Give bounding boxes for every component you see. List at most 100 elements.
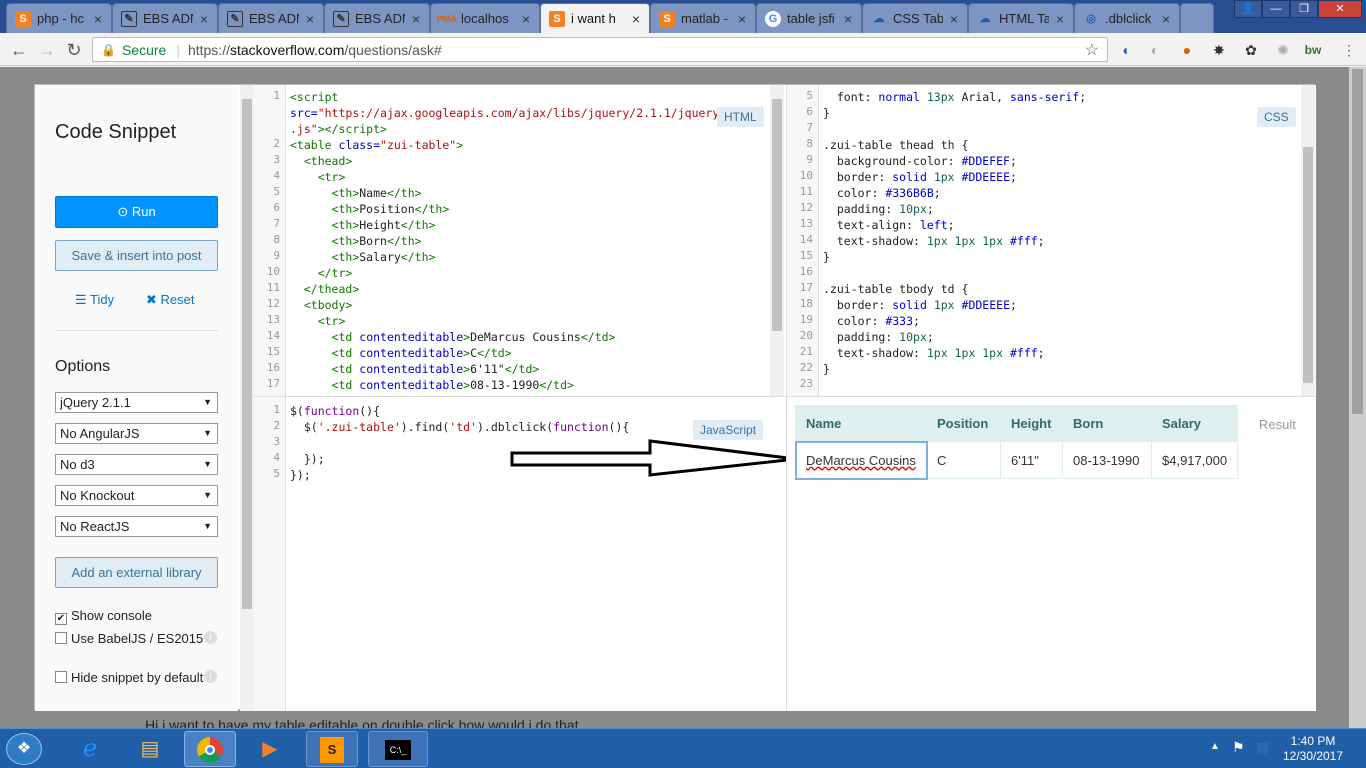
info-icon[interactable]: i (204, 631, 217, 644)
reset-icon: ✖ (146, 292, 161, 307)
close-icon[interactable]: × (91, 11, 105, 27)
browser-tab[interactable]: ✎EBS ADN× (324, 3, 430, 33)
close-icon[interactable]: × (841, 11, 855, 27)
run-button[interactable]: ⊙ Run (55, 196, 218, 228)
minimize-button[interactable]: — (1262, 0, 1290, 18)
bookmark-star-icon[interactable]: ☆ (1085, 40, 1099, 60)
explorer-icon[interactable]: ▤ (128, 733, 172, 765)
maximize-button[interactable]: ❐ (1290, 0, 1318, 18)
back-icon[interactable]: ← (8, 39, 30, 61)
close-icon[interactable]: × (735, 11, 749, 27)
reset-button[interactable]: ✖ Reset (146, 292, 194, 308)
css-scrollbar[interactable] (1301, 85, 1315, 396)
snippet-title: Code Snippet (55, 121, 177, 143)
close-window-button[interactable]: ✕ (1318, 0, 1362, 18)
stackoverflow-icon: S (15, 10, 31, 27)
divider (55, 330, 218, 331)
table-cell[interactable]: DeMarcus Cousins (794, 440, 928, 480)
browser-tab[interactable]: ✎EBS ADN× (218, 3, 324, 33)
js-editor[interactable]: 12345 $(function(){ $('.zui-table').find… (254, 397, 786, 711)
address-bar[interactable]: 🔒 Secure | https://stackoverflow.com/que… (92, 37, 1108, 62)
terminal-icon: C:\_ (385, 740, 411, 760)
tidy-button[interactable]: ☰ Tidy (75, 292, 114, 308)
start-button[interactable]: ❖ (6, 733, 42, 765)
browser-tab[interactable]: ◎ .dblclick × (1074, 3, 1180, 33)
play-icon: ⊙ (117, 204, 132, 219)
browser-tab[interactable]: Sphp - hc × (6, 3, 112, 33)
close-icon[interactable]: × (409, 11, 423, 27)
result-pane: Name Position Height Born Salary DeMarcu… (786, 397, 1316, 711)
user-icon[interactable]: 👤 (1234, 0, 1262, 18)
close-icon[interactable]: × (1053, 11, 1067, 27)
add-external-library-button[interactable]: Add an external library (55, 557, 218, 588)
close-icon[interactable]: × (947, 11, 961, 27)
media-player-icon[interactable]: ▶ (248, 733, 292, 765)
ebs-icon: ✎ (121, 10, 137, 27)
extension-icon[interactable]: ✺ (1274, 41, 1292, 59)
table-cell[interactable]: 6'11" (1000, 441, 1063, 479)
stackoverflow-icon: S (659, 10, 675, 27)
browser-tab[interactable]: ☁ CSS Tab × (862, 3, 968, 33)
browser-tab[interactable]: PMA localhos × (430, 3, 540, 33)
forward-icon[interactable]: → (36, 39, 58, 61)
extension-icon[interactable]: ● (1178, 41, 1196, 59)
lock-icon: 🔒 (101, 42, 116, 57)
sublime-taskbar-button[interactable]: S (306, 731, 358, 767)
new-tab-button[interactable] (1180, 3, 1214, 33)
reload-icon[interactable]: ↻ (63, 39, 85, 61)
browser-tab[interactable]: ✎EBS ADN× (112, 3, 218, 33)
angular-select[interactable]: No AngularJS (55, 423, 218, 444)
internet-explorer-icon[interactable]: ℯ (68, 733, 112, 765)
page-scrollbar[interactable] (1349, 67, 1366, 728)
react-select[interactable]: No ReactJS (55, 516, 218, 537)
url-text: https://stackoverflow.com/questions/ask# (187, 41, 442, 58)
table-header: Born (1062, 405, 1152, 442)
d3-select[interactable]: No d3 (55, 454, 218, 475)
cloud-icon: ☁ (873, 13, 885, 25)
browser-tab-active[interactable]: Si want h × (540, 3, 650, 33)
html-editor[interactable]: 1 2 3 4 5 6 7 8 9 10 11 12 13 14 15 16 17 <script src="h… (254, 85, 786, 397)
clock[interactable]: 1:40 PM 12/30/2017 (1280, 734, 1346, 764)
extension-icon[interactable]: ✸ (1210, 41, 1228, 59)
close-icon[interactable]: × (629, 11, 643, 27)
chrome-icon (197, 737, 223, 763)
stackoverflow-icon: S (549, 10, 565, 27)
tab-strip: Sphp - hc× ✎EBS ADN× ✎EBS ADN× ✎EBS ADN×… (0, 0, 1366, 33)
table-cell[interactable]: C (926, 441, 1001, 479)
table-cell[interactable]: $4,917,000 (1150, 441, 1239, 479)
jquery-select[interactable]: jQuery 2.1.1 (55, 392, 218, 413)
table-header: Name (795, 405, 927, 442)
css-editor[interactable]: 5 6 7 8 9 10 11 12 13 14 15 16 17 18 19 20 21 22 23 font: … (786, 85, 1316, 397)
close-icon[interactable]: × (519, 11, 533, 27)
knockout-select[interactable]: No Knockout (55, 485, 218, 506)
arrow-annotation (510, 439, 786, 477)
sidebar-scrollbar[interactable] (240, 85, 254, 711)
extension-icon[interactable]: bw (1304, 41, 1322, 59)
babel-checkbox[interactable]: Use BabelJS / ES2015 (55, 630, 205, 647)
flag-icon[interactable]: ⚑ (1232, 739, 1245, 756)
options-title: Options (55, 358, 111, 375)
extension-icon[interactable]: ◐ (1146, 41, 1164, 59)
cmd-taskbar-button[interactable]: C:\_ (368, 731, 428, 767)
show-console-checkbox[interactable]: ✔ Show console (55, 607, 205, 625)
jquery-icon: ◎ (1086, 13, 1096, 25)
close-icon[interactable]: × (303, 11, 317, 27)
html-scrollbar[interactable] (770, 85, 784, 396)
close-icon[interactable]: × (1159, 11, 1173, 27)
css-code: font: normal 13px Arial, sans-serif; } .… (823, 90, 1087, 376)
table-cell[interactable]: 08-13-1990 (1062, 441, 1152, 479)
browser-tab[interactable]: Smatlab - × (650, 3, 756, 33)
tray-expand-icon[interactable]: ▲ (1210, 741, 1220, 752)
hide-snippet-checkbox[interactable]: Hide snippet by default (55, 669, 205, 686)
close-icon[interactable]: × (197, 11, 211, 27)
network-icon[interactable]: ▦ (1256, 739, 1269, 756)
menu-icon[interactable]: ⋮ (1340, 41, 1358, 59)
extension-icon[interactable]: ✿ (1242, 41, 1260, 59)
info-icon[interactable]: i (204, 670, 217, 683)
browser-tab[interactable]: ☁ HTML Ta × (968, 3, 1074, 33)
browser-tab[interactable]: Gtable jsfi × (756, 3, 862, 33)
extension-icon[interactable]: ◖ (1116, 41, 1134, 59)
chrome-taskbar-button[interactable] (184, 731, 236, 767)
save-insert-button[interactable]: Save & insert into post (55, 240, 218, 271)
result-table: Name Position Height Born Salary DeMarcu… (794, 405, 1239, 480)
